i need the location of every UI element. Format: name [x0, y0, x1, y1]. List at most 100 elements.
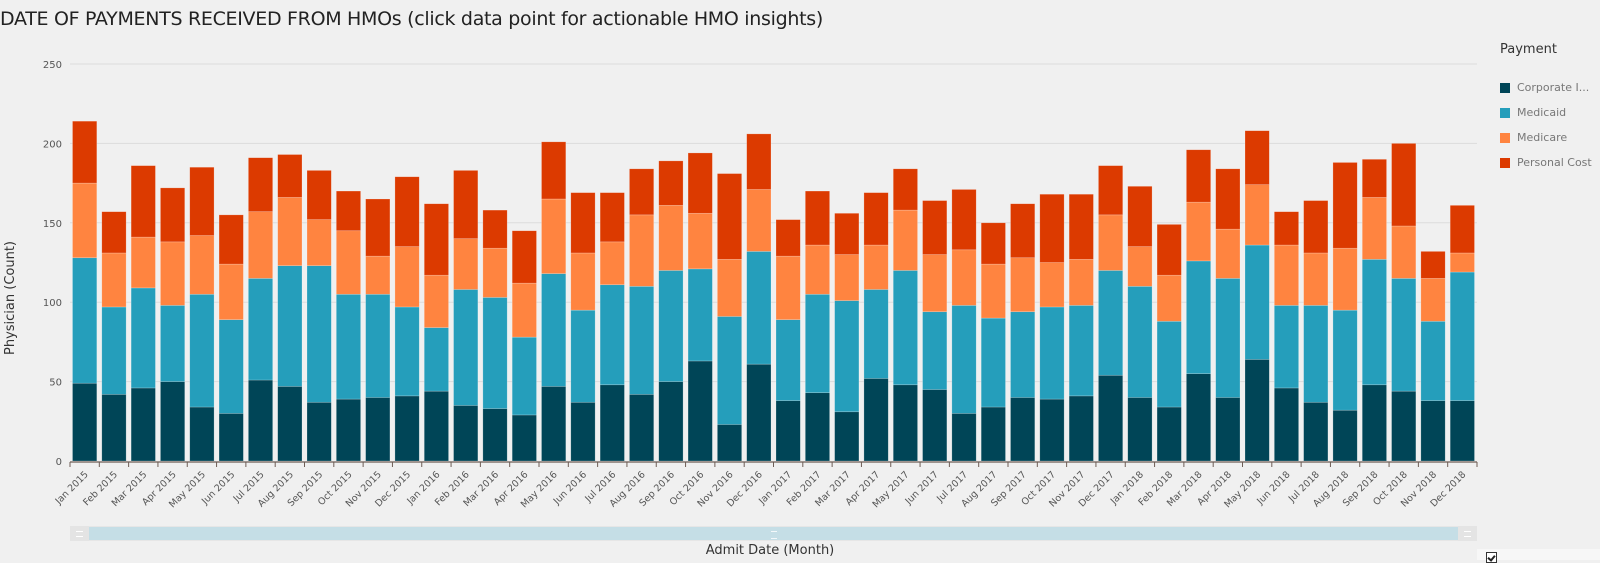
bar-segment[interactable]	[599, 192, 625, 243]
bar-segment[interactable]	[306, 401, 332, 462]
bar-segment[interactable]	[1244, 130, 1270, 185]
bar-segment[interactable]	[423, 203, 449, 276]
bar-stack[interactable]	[1303, 200, 1329, 462]
bar-segment[interactable]	[805, 244, 830, 295]
bar-segment[interactable]	[1215, 168, 1241, 230]
bar-segment[interactable]	[1010, 203, 1036, 259]
bar-stack[interactable]	[218, 214, 244, 462]
bar-segment[interactable]	[248, 379, 273, 462]
bar-segment[interactable]	[160, 187, 186, 243]
bar-segment[interactable]	[1039, 193, 1065, 263]
bar-segment[interactable]	[189, 235, 215, 295]
bar-stack[interactable]	[1420, 251, 1446, 462]
bar-stack[interactable]	[101, 211, 127, 462]
bar-segment[interactable]	[1361, 197, 1387, 260]
bar-segment[interactable]	[541, 141, 567, 200]
bar-segment[interactable]	[72, 182, 98, 259]
bar-segment[interactable]	[130, 287, 156, 389]
bar-segment[interactable]	[1303, 305, 1329, 403]
bar-segment[interactable]	[1010, 257, 1036, 313]
bar-segment[interactable]	[1186, 373, 1211, 462]
bar-segment[interactable]	[511, 230, 537, 284]
bar-segment[interactable]	[951, 249, 977, 306]
bar-segment[interactable]	[1010, 397, 1036, 462]
bar-segment[interactable]	[805, 392, 830, 462]
bar-segment[interactable]	[423, 327, 449, 392]
bar-segment[interactable]	[1274, 387, 1299, 462]
bar-segment[interactable]	[629, 286, 655, 395]
bar-segment[interactable]	[687, 360, 713, 462]
bar-stack[interactable]	[423, 203, 449, 462]
bar-segment[interactable]	[423, 274, 449, 328]
bar-segment[interactable]	[482, 247, 508, 298]
bar-segment[interactable]	[834, 254, 860, 301]
bar-segment[interactable]	[365, 293, 391, 398]
bar-segment[interactable]	[951, 305, 977, 414]
bar-segment[interactable]	[189, 406, 215, 462]
bar-stack[interactable]	[951, 189, 977, 462]
bar-stack[interactable]	[1449, 205, 1475, 462]
bar-stack[interactable]	[629, 168, 655, 462]
bar-segment[interactable]	[1068, 395, 1094, 462]
bar-segment[interactable]	[423, 390, 449, 462]
bar-segment[interactable]	[453, 238, 479, 290]
bar-segment[interactable]	[72, 382, 98, 462]
bar-segment[interactable]	[1215, 278, 1241, 398]
bar-segment[interactable]	[1039, 262, 1065, 308]
bar-segment[interactable]	[336, 230, 361, 295]
bar-segment[interactable]	[130, 165, 156, 238]
bar-segment[interactable]	[130, 387, 156, 462]
bar-segment[interactable]	[1274, 211, 1299, 246]
bar-segment[interactable]	[980, 406, 1006, 462]
bar-segment[interactable]	[1420, 251, 1446, 279]
bar-segment[interactable]	[1098, 214, 1124, 271]
bar-segment[interactable]	[1332, 247, 1358, 311]
bar-segment[interactable]	[629, 394, 655, 462]
bar-segment[interactable]	[1127, 397, 1153, 462]
bar-segment[interactable]	[1391, 390, 1417, 462]
legend-item-medicare[interactable]: Medicare	[1500, 125, 1600, 150]
bar-segment[interactable]	[541, 273, 567, 387]
bar-segment[interactable]	[1332, 409, 1358, 462]
bar-segment[interactable]	[248, 211, 273, 279]
bar-segment[interactable]	[1039, 306, 1065, 400]
bar-segment[interactable]	[980, 263, 1006, 319]
bar-segment[interactable]	[101, 211, 127, 254]
bar-segment[interactable]	[336, 398, 361, 462]
bar-stack[interactable]	[394, 176, 420, 462]
bar-stack[interactable]	[336, 190, 361, 462]
bar-segment[interactable]	[570, 309, 596, 403]
bar-segment[interactable]	[1332, 162, 1358, 249]
bar-segment[interactable]	[336, 293, 361, 400]
bar-segment[interactable]	[218, 263, 244, 320]
bar-segment[interactable]	[394, 246, 420, 308]
bar-segment[interactable]	[775, 400, 801, 462]
bar-segment[interactable]	[160, 241, 186, 306]
bar-segment[interactable]	[101, 252, 127, 308]
bar-segment[interactable]	[511, 282, 537, 338]
bar-segment[interactable]	[1244, 359, 1270, 462]
bar-segment[interactable]	[394, 176, 420, 247]
bar-segment[interactable]	[541, 198, 567, 274]
bar-segment[interactable]	[717, 424, 742, 462]
bar-segment[interactable]	[1068, 193, 1094, 260]
bar-segment[interactable]	[834, 212, 860, 255]
bar-segment[interactable]	[101, 394, 127, 462]
bar-stack[interactable]	[980, 222, 1006, 462]
bar-segment[interactable]	[775, 219, 801, 257]
bar-stack[interactable]	[1186, 149, 1211, 462]
bar-stack[interactable]	[775, 219, 801, 462]
bar-segment[interactable]	[1391, 225, 1417, 279]
bar-segment[interactable]	[570, 401, 596, 462]
bar-stack[interactable]	[306, 170, 332, 462]
bar-segment[interactable]	[805, 293, 830, 394]
bar-stack[interactable]	[922, 200, 948, 462]
bar-stack[interactable]	[453, 170, 479, 462]
bar-segment[interactable]	[717, 173, 742, 260]
bar-segment[interactable]	[1068, 305, 1094, 397]
bar-segment[interactable]	[277, 386, 303, 462]
bar-segment[interactable]	[922, 389, 948, 462]
bar-segment[interactable]	[863, 289, 889, 379]
bar-segment[interactable]	[365, 397, 391, 462]
bar-segment[interactable]	[658, 270, 684, 382]
